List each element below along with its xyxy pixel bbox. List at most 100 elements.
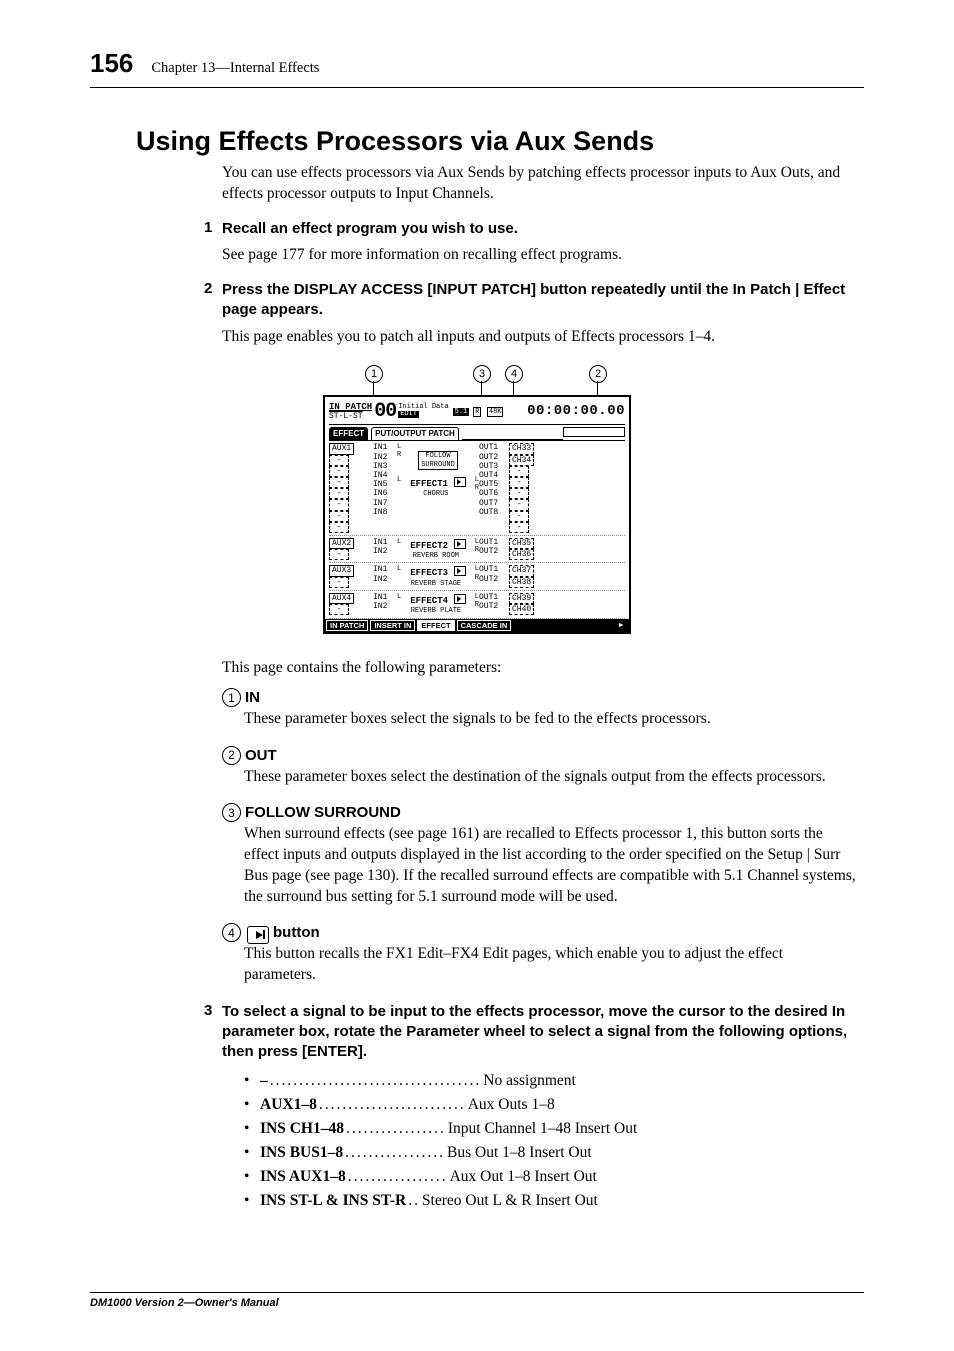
- in-ports: IN1IN2: [373, 565, 397, 588]
- option-value: Aux Out 1–8 Insert Out: [450, 1165, 597, 1189]
- aux-label: AUX4: [329, 593, 354, 604]
- effect-name: EFFECT4: [410, 596, 448, 606]
- step-1: 1 Recall an effect program you wish to u…: [204, 219, 864, 239]
- aux-label: AUX2: [329, 538, 354, 549]
- footer: DM1000 Version 2—Owner's Manual: [90, 1292, 864, 1309]
- step-heading: Press the DISPLAY ACCESS [INPUT PATCH] b…: [222, 280, 864, 321]
- option-value: Stereo Out L & R Insert Out: [422, 1189, 598, 1213]
- step-number: 1: [204, 219, 222, 239]
- effect-type: REVERB ROOM: [413, 552, 459, 560]
- option-key: INS CH1–48: [260, 1117, 344, 1141]
- tab-insert-in: INSERT IN: [370, 620, 415, 631]
- tab-cascade-in: CASCADE IN: [457, 620, 512, 631]
- effect-type: REVERB PLATE: [411, 607, 461, 615]
- tab-effect: EFFECT: [417, 620, 454, 631]
- param-number-icon: 2: [222, 746, 241, 765]
- param-description: These parameter boxes select the signals…: [244, 709, 856, 730]
- param-item: 2OUT: [222, 746, 856, 765]
- step-2-body: This page enables you to patch all input…: [222, 327, 856, 348]
- in-ports: IN1IN2IN3IN4IN5IN6IN7IN8: [373, 443, 397, 533]
- param-label: button: [273, 924, 320, 941]
- edit-badge: EDIT: [398, 411, 419, 418]
- post-figure-intro: This page contains the following paramet…: [222, 658, 856, 679]
- effect-grid: AUX1 - - - - - - - IN1IN2IN3IN4IN5IN6IN7…: [329, 440, 625, 618]
- tab-in-patch: IN PATCH: [326, 620, 368, 631]
- option-item: •INS BUS1–8.................Bus Out 1–8 …: [244, 1141, 864, 1165]
- chapter-label: Chapter 13—Internal Effects: [151, 60, 319, 77]
- effect-center: LEFFECT3 LRREVERB STAGE: [397, 565, 479, 588]
- option-item: •–....................................No…: [244, 1069, 864, 1093]
- effect-block: AUX2 - IN1IN2LEFFECT2 LRREVERB ROOMOUT1O…: [329, 536, 625, 564]
- effect-center: LEFFECT4 LRREVERB PLATE: [397, 593, 479, 616]
- header-rule: [90, 87, 864, 88]
- option-key: INS AUX1–8: [260, 1165, 346, 1189]
- param-number-icon: 4: [222, 923, 241, 942]
- page-number: 156: [90, 48, 133, 79]
- out-ports: OUT1OUT2OUT3OUT4OUT5OUT6OUT7OUT8: [479, 443, 509, 533]
- out-ports: OUT1OUT2: [479, 565, 509, 588]
- forward-button-icon: [454, 594, 466, 604]
- channel-assignments: CH33CH34 - - - - - -: [509, 443, 557, 533]
- forward-button-icon: [247, 926, 269, 944]
- effect-center: LRFOLLOWSURROUNDLEFFECT1 LRCHORUS: [397, 443, 479, 533]
- option-key: –: [260, 1069, 268, 1093]
- bottom-tabs: IN PATCH INSERT IN EFFECT CASCADE IN ▸: [325, 619, 629, 632]
- effect-block: AUX1 - - - - - - - IN1IN2IN3IN4IN5IN6IN7…: [329, 441, 625, 536]
- io-patch-tab: PUT/OUTPUT PATCH: [371, 427, 459, 440]
- out-ports: OUT1OUT2: [479, 593, 509, 616]
- option-key: AUX1–8: [260, 1093, 317, 1117]
- option-value: Bus Out 1–8 Insert Out: [447, 1141, 592, 1165]
- option-item: •INS AUX1–8.................Aux Out 1–8 …: [244, 1165, 864, 1189]
- channel-assignments: CH35CH36: [509, 538, 557, 561]
- param-item: 3FOLLOW SURROUND: [222, 803, 856, 822]
- section-title: Using Effects Processors via Aux Sends: [90, 126, 864, 157]
- callout-3: 3: [473, 365, 491, 383]
- option-key: INS ST-L & INS ST-R: [260, 1189, 406, 1213]
- step-1-body: See page 177 for more information on rec…: [222, 245, 856, 266]
- option-key: INS BUS1–8: [260, 1141, 343, 1165]
- effect-block: AUX4 - IN1IN2LEFFECT4 LRREVERB PLATEOUT1…: [329, 591, 625, 619]
- param-item: 4 button: [222, 923, 856, 942]
- option-value: Input Channel 1–48 Insert Out: [448, 1117, 637, 1141]
- header: 156 Chapter 13—Internal Effects: [90, 48, 864, 79]
- effect-block: AUX3 - IN1IN2LEFFECT3 LRREVERB STAGEOUT1…: [329, 563, 625, 591]
- format-badge: 5.1: [453, 408, 470, 416]
- options-list: •–....................................No…: [244, 1069, 864, 1213]
- step-heading: To select a signal to be input to the ef…: [222, 1002, 864, 1063]
- param-number-icon: 1: [222, 688, 241, 707]
- forward-button-icon: [454, 566, 466, 576]
- option-value: No assignment: [483, 1069, 576, 1093]
- intro-text: You can use effects processors via Aux S…: [222, 163, 856, 205]
- option-value: Aux Outs 1–8: [468, 1093, 555, 1117]
- timecode: 00:00:00.00: [527, 403, 625, 419]
- out-ports: OUT1OUT2: [479, 538, 509, 561]
- step-3: 3 To select a signal to be input to the …: [204, 1002, 864, 1063]
- step-number: 3: [204, 1002, 222, 1063]
- option-item: •INS CH1–48.................Input Channe…: [244, 1117, 864, 1141]
- param-item: 1IN: [222, 688, 856, 707]
- lcd-title: IN PATCH: [329, 402, 372, 412]
- param-description: This button recalls the FX1 Edit–FX4 Edi…: [244, 944, 856, 986]
- channel-assignments: CH39CH40: [509, 593, 557, 616]
- lcd-subtitle: ST-L-ST: [329, 412, 372, 421]
- in-ports: IN1IN2: [373, 538, 397, 561]
- channel-assignments: CH37CH38: [509, 565, 557, 588]
- option-item: •AUX1–8.........................Aux Outs…: [244, 1093, 864, 1117]
- callout-4: 4: [505, 365, 523, 383]
- follow-surround-button: FOLLOWSURROUND: [418, 451, 458, 469]
- option-item: •INS ST-L & INS ST-R..Stereo Out L & R I…: [244, 1189, 864, 1213]
- effect-type: REVERB STAGE: [411, 580, 461, 588]
- aux-label: AUX3: [329, 565, 354, 576]
- param-description: These parameter boxes select the destina…: [244, 767, 856, 788]
- callout-2: 2: [589, 365, 607, 383]
- param-description: When surround effects (see page 161) are…: [244, 824, 856, 908]
- effect-type: CHORUS: [423, 490, 448, 498]
- in-ports: IN1IN2: [373, 593, 397, 616]
- param-label: IN: [245, 689, 260, 706]
- effect-tab: EFFECT: [329, 427, 368, 440]
- param-label: OUT: [245, 747, 277, 764]
- effect-name: EFFECT1: [410, 479, 448, 489]
- samplerate-badge: 48K: [487, 407, 504, 417]
- effect-name: EFFECT2: [410, 541, 448, 551]
- effect-center: LEFFECT2 LRREVERB ROOM: [397, 538, 479, 561]
